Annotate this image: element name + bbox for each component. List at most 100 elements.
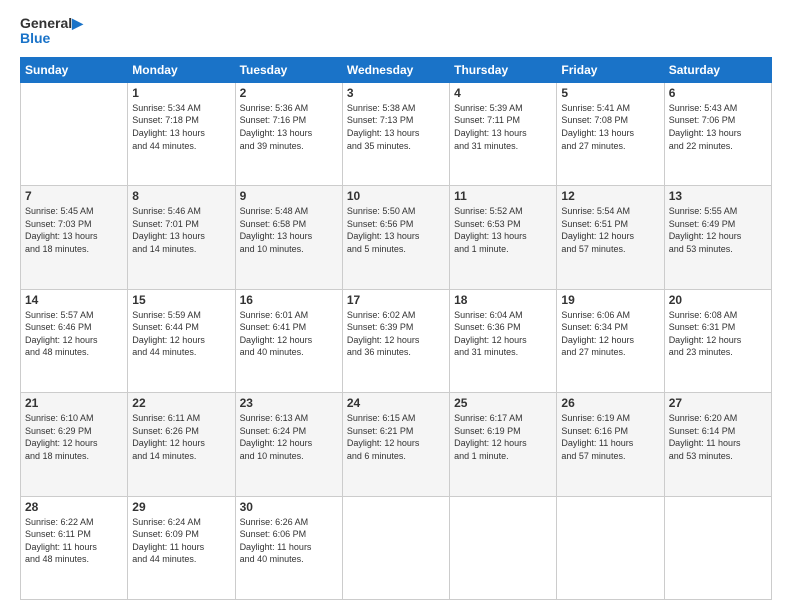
day-number: 21 <box>25 396 123 410</box>
calendar-cell: 24Sunrise: 6:15 AM Sunset: 6:21 PM Dayli… <box>342 393 449 496</box>
calendar-table: SundayMondayTuesdayWednesdayThursdayFrid… <box>20 57 772 600</box>
calendar-cell <box>664 496 771 599</box>
day-number: 29 <box>132 500 230 514</box>
day-number: 16 <box>240 293 338 307</box>
calendar-cell: 11 Sunrise: 5:52 AM Sunset: 6:53 PM Dayli… <box>450 186 557 289</box>
calendar-cell: 7 Sunrise: 5:45 AM Sunset: 7:03 PM Daylig… <box>21 186 128 289</box>
cell-info: Sunrise: 5:59 AM Sunset: 6:44 PM Dayligh… <box>132 309 230 359</box>
cell-info: Sunrise: 6:20 AM Sunset: 6:14 PM Dayligh… <box>669 412 767 462</box>
cell-info: Sunrise: 6:24 AM Sunset: 6:09 PM Dayligh… <box>132 516 230 566</box>
calendar-cell: 13 Sunrise: 5:55 AM Sunset: 6:49 PM Dayli… <box>664 186 771 289</box>
day-number: 27 <box>669 396 767 410</box>
weekday-header-row: SundayMondayTuesdayWednesdayThursdayFrid… <box>21 57 772 82</box>
calendar-cell: 18 Sunrise: 6:04 AM Sunset: 6:36 PM Dayli… <box>450 289 557 392</box>
cell-info: Sunrise: 5:55 AM Sunset: 6:49 PM Dayligh… <box>669 205 767 255</box>
cell-info: Sunrise: 5:57 AM Sunset: 6:46 PM Dayligh… <box>25 309 123 359</box>
cell-info: Sunrise: 5:39 AM Sunset: 7:11 PM Dayligh… <box>454 102 552 152</box>
calendar-cell: 9Sunrise: 5:48 AM Sunset: 6:58 PM Daylig… <box>235 186 342 289</box>
cell-info: Sunrise: 5:54 AM Sunset: 6:51 PM Dayligh… <box>561 205 659 255</box>
calendar-cell: 22 Sunrise: 6:11 AM Sunset: 6:26 PM Dayli… <box>128 393 235 496</box>
day-number: 25 <box>454 396 552 410</box>
weekday-header-saturday: Saturday <box>664 57 771 82</box>
week-row-3: 14 Sunrise: 5:57 AM Sunset: 6:46 PM Dayli… <box>21 289 772 392</box>
cell-info: Sunrise: 6:10 AM Sunset: 6:29 PM Dayligh… <box>25 412 123 462</box>
cell-info: Sunrise: 6:08 AM Sunset: 6:31 PM Dayligh… <box>669 309 767 359</box>
calendar-cell: 17 Sunrise: 6:02 AM Sunset: 6:39 PM Dayli… <box>342 289 449 392</box>
calendar-cell: 20Sunrise: 6:08 AM Sunset: 6:31 PM Dayli… <box>664 289 771 392</box>
day-number: 19 <box>561 293 659 307</box>
day-number: 7 <box>25 189 123 203</box>
calendar-cell: 28Sunrise: 6:22 AM Sunset: 6:11 PM Dayli… <box>21 496 128 599</box>
cell-info: Sunrise: 5:34 AM Sunset: 7:18 PM Dayligh… <box>132 102 230 152</box>
day-number: 10 <box>347 189 445 203</box>
calendar-cell: 3Sunrise: 5:38 AM Sunset: 7:13 PM Daylig… <box>342 82 449 185</box>
cell-info: Sunrise: 5:50 AM Sunset: 6:56 PM Dayligh… <box>347 205 445 255</box>
calendar-cell <box>557 496 664 599</box>
calendar-cell: 10 Sunrise: 5:50 AM Sunset: 6:56 PM Dayli… <box>342 186 449 289</box>
calendar-cell: 8 Sunrise: 5:46 AM Sunset: 7:01 PM Daylig… <box>128 186 235 289</box>
cell-info: Sunrise: 6:02 AM Sunset: 6:39 PM Dayligh… <box>347 309 445 359</box>
calendar-cell: 23 Sunrise: 6:13 AM Sunset: 6:24 PM Dayli… <box>235 393 342 496</box>
cell-info: Sunrise: 6:11 AM Sunset: 6:26 PM Dayligh… <box>132 412 230 462</box>
day-number: 14 <box>25 293 123 307</box>
cell-info: Sunrise: 5:43 AM Sunset: 7:06 PM Dayligh… <box>669 102 767 152</box>
weekday-header-wednesday: Wednesday <box>342 57 449 82</box>
calendar-cell: 21 Sunrise: 6:10 AM Sunset: 6:29 PM Dayli… <box>21 393 128 496</box>
day-number: 2 <box>240 86 338 100</box>
week-row-2: 7 Sunrise: 5:45 AM Sunset: 7:03 PM Daylig… <box>21 186 772 289</box>
week-row-4: 21 Sunrise: 6:10 AM Sunset: 6:29 PM Dayli… <box>21 393 772 496</box>
calendar-cell: 30 Sunrise: 6:26 AM Sunset: 6:06 PM Dayli… <box>235 496 342 599</box>
day-number: 6 <box>669 86 767 100</box>
calendar-cell: 15 Sunrise: 5:59 AM Sunset: 6:44 PM Dayli… <box>128 289 235 392</box>
day-number: 24 <box>347 396 445 410</box>
cell-info: Sunrise: 6:19 AM Sunset: 6:16 PM Dayligh… <box>561 412 659 462</box>
calendar-cell: 6 Sunrise: 5:43 AM Sunset: 7:06 PM Daylig… <box>664 82 771 185</box>
cell-info: Sunrise: 5:45 AM Sunset: 7:03 PM Dayligh… <box>25 205 123 255</box>
weekday-header-thursday: Thursday <box>450 57 557 82</box>
day-number: 8 <box>132 189 230 203</box>
cell-info: Sunrise: 5:52 AM Sunset: 6:53 PM Dayligh… <box>454 205 552 255</box>
day-number: 18 <box>454 293 552 307</box>
calendar-cell: 14 Sunrise: 5:57 AM Sunset: 6:46 PM Dayli… <box>21 289 128 392</box>
day-number: 3 <box>347 86 445 100</box>
cell-info: Sunrise: 5:41 AM Sunset: 7:08 PM Dayligh… <box>561 102 659 152</box>
calendar-cell: 19 Sunrise: 6:06 AM Sunset: 6:34 PM Dayli… <box>557 289 664 392</box>
day-number: 9 <box>240 189 338 203</box>
day-number: 26 <box>561 396 659 410</box>
cell-info: Sunrise: 6:26 AM Sunset: 6:06 PM Dayligh… <box>240 516 338 566</box>
day-number: 30 <box>240 500 338 514</box>
cell-info: Sunrise: 6:01 AM Sunset: 6:41 PM Dayligh… <box>240 309 338 359</box>
calendar-cell: 26 Sunrise: 6:19 AM Sunset: 6:16 PM Dayli… <box>557 393 664 496</box>
day-number: 12 <box>561 189 659 203</box>
day-number: 28 <box>25 500 123 514</box>
week-row-5: 28Sunrise: 6:22 AM Sunset: 6:11 PM Dayli… <box>21 496 772 599</box>
logo-blue: Blue <box>20 31 50 46</box>
cell-info: Sunrise: 6:04 AM Sunset: 6:36 PM Dayligh… <box>454 309 552 359</box>
week-row-1: 1Sunrise: 5:34 AM Sunset: 7:18 PM Daylig… <box>21 82 772 185</box>
calendar-cell: 29 Sunrise: 6:24 AM Sunset: 6:09 PM Dayli… <box>128 496 235 599</box>
calendar-cell: 27 Sunrise: 6:20 AM Sunset: 6:14 PM Dayli… <box>664 393 771 496</box>
calendar-cell: 12 Sunrise: 5:54 AM Sunset: 6:51 PM Dayli… <box>557 186 664 289</box>
day-number: 4 <box>454 86 552 100</box>
calendar-cell: 4 Sunrise: 5:39 AM Sunset: 7:11 PM Daylig… <box>450 82 557 185</box>
day-number: 11 <box>454 189 552 203</box>
calendar-cell: 1Sunrise: 5:34 AM Sunset: 7:18 PM Daylig… <box>128 82 235 185</box>
logo: General▶ Blue <box>20 16 83 47</box>
day-number: 22 <box>132 396 230 410</box>
weekday-header-sunday: Sunday <box>21 57 128 82</box>
weekday-header-friday: Friday <box>557 57 664 82</box>
cell-info: Sunrise: 6:13 AM Sunset: 6:24 PM Dayligh… <box>240 412 338 462</box>
header: General▶ Blue <box>20 16 772 47</box>
day-number: 13 <box>669 189 767 203</box>
cell-info: Sunrise: 5:46 AM Sunset: 7:01 PM Dayligh… <box>132 205 230 255</box>
calendar-cell <box>450 496 557 599</box>
day-number: 17 <box>347 293 445 307</box>
day-number: 15 <box>132 293 230 307</box>
calendar-cell: 25Sunrise: 6:17 AM Sunset: 6:19 PM Dayli… <box>450 393 557 496</box>
day-number: 23 <box>240 396 338 410</box>
calendar-cell: 2Sunrise: 5:36 AM Sunset: 7:16 PM Daylig… <box>235 82 342 185</box>
calendar-cell: 16 Sunrise: 6:01 AM Sunset: 6:41 PM Dayli… <box>235 289 342 392</box>
cell-info: Sunrise: 6:06 AM Sunset: 6:34 PM Dayligh… <box>561 309 659 359</box>
calendar-cell <box>21 82 128 185</box>
weekday-header-monday: Monday <box>128 57 235 82</box>
